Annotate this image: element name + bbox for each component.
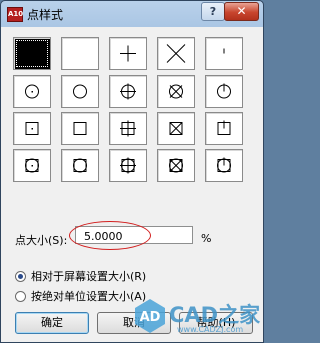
annotation-highlight-ellipse (69, 221, 151, 250)
radio-relative-to-screen[interactable]: 相对于屏幕设置大小(R) (15, 269, 146, 283)
ok-button[interactable]: 确定 (15, 312, 89, 334)
point-style-option[interactable] (205, 75, 243, 108)
point-style-option[interactable] (205, 37, 243, 70)
watermark-url: www.CADZJ.com (177, 325, 244, 334)
point-circle-plus-icon (120, 83, 136, 100)
radio-button-checked[interactable] (15, 270, 26, 282)
point-square-icon (73, 122, 87, 135)
point-circle-x-icon (169, 84, 183, 99)
point-style-option[interactable] (61, 112, 99, 145)
point-tick-icon (223, 48, 225, 54)
title-bar[interactable]: A10 点样式 ? ✕ (1, 1, 263, 27)
point-style-option[interactable] (13, 149, 51, 182)
point-circle-square-plus-icon (120, 157, 136, 174)
close-button[interactable]: ✕ (224, 2, 259, 21)
point-style-option[interactable] (205, 149, 243, 182)
point-square-dot-icon (25, 122, 39, 135)
point-style-option[interactable] (157, 37, 195, 70)
radio-button-unchecked[interactable] (15, 290, 26, 302)
point-size-unit: % (201, 232, 212, 245)
point-style-option[interactable] (157, 75, 195, 108)
dialog-title: 点样式 (27, 8, 64, 22)
point-circle-tick-icon (217, 83, 231, 99)
point-x-icon (166, 44, 186, 63)
point-plus-icon (120, 45, 136, 62)
point-style-option[interactable] (109, 112, 147, 145)
point-none-icon (62, 38, 98, 69)
point-style-option[interactable] (61, 149, 99, 182)
point-style-option[interactable] (109, 37, 147, 70)
point-size-label: 点大小(S): (15, 234, 68, 247)
point-circle-square-dot-icon (25, 158, 39, 173)
point-style-dialog: A10 点样式 ? ✕ 点大小(S): 5.0000 % 相对于屏幕设置大小(R… (0, 0, 264, 343)
point-circle-square-icon (73, 158, 87, 173)
point-square-x-icon (169, 122, 183, 135)
svg-text:AD: AD (140, 310, 161, 325)
radio-relative-label: 相对于屏幕设置大小(R) (31, 270, 147, 283)
cad-watermark-logo-icon: AD (135, 299, 165, 333)
point-style-option[interactable] (61, 37, 99, 70)
point-style-option[interactable] (61, 75, 99, 108)
radio-absolute-label: 按绝对单位设置大小(A) (31, 290, 147, 303)
point-style-option[interactable] (13, 112, 51, 145)
point-circle-square-tick-icon (217, 157, 231, 173)
point-style-option[interactable] (205, 112, 243, 145)
point-style-option[interactable] (109, 149, 147, 182)
point-circle-icon (25, 84, 39, 99)
point-circle-none-icon (73, 84, 87, 99)
point-style-option[interactable] (13, 75, 51, 108)
point-square-plus-icon (120, 120, 136, 137)
point-style-option[interactable] (157, 149, 195, 182)
point-circle-square-x-icon (169, 158, 183, 173)
point-style-option[interactable] (13, 37, 51, 70)
title-help-button[interactable]: ? (201, 2, 225, 21)
point-style-option[interactable] (157, 112, 195, 145)
autocad-app-icon: A10 (7, 7, 23, 22)
radio-absolute-units[interactable]: 按绝对单位设置大小(A) (15, 289, 146, 303)
point-style-option[interactable] (109, 75, 147, 108)
point-square-tick-icon (217, 120, 231, 135)
